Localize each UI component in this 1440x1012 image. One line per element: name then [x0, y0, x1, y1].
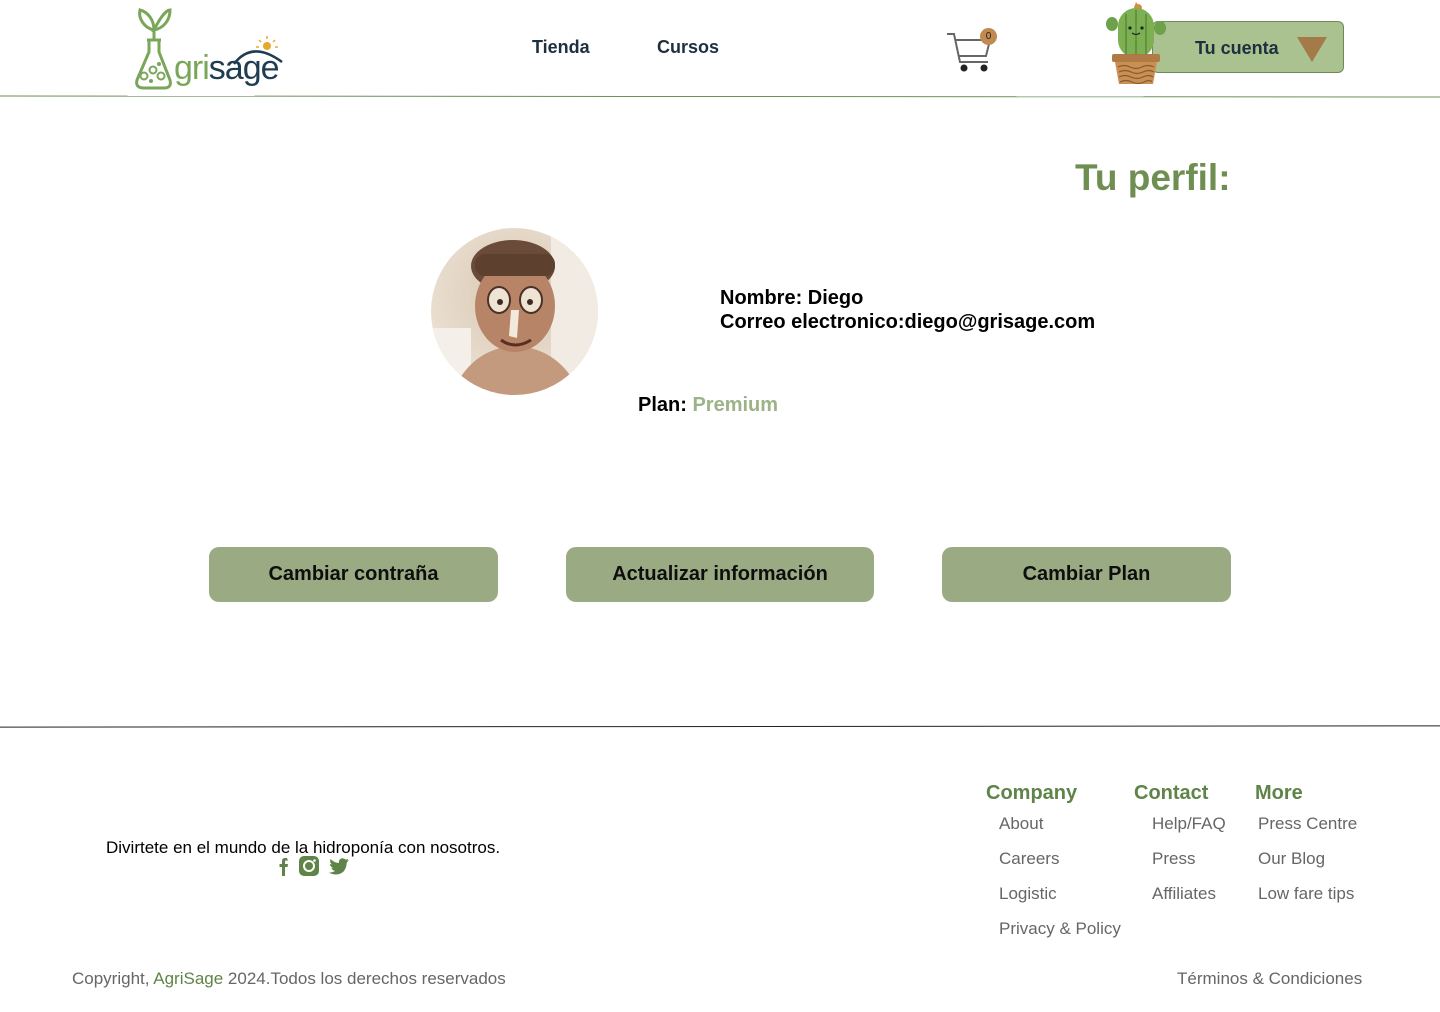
change-password-button[interactable]: Cambiar contraña [209, 547, 498, 602]
footer-link-careers[interactable]: Careers [999, 849, 1059, 869]
profile-plan: Plan: Premium [638, 393, 778, 417]
footer-link-press[interactable]: Press [1152, 849, 1195, 869]
account-label: Tu cuenta [1195, 38, 1279, 58]
avatar [431, 228, 598, 395]
footer-link-blog[interactable]: Our Blog [1258, 849, 1325, 869]
change-plan-button[interactable]: Cambiar Plan [942, 547, 1231, 602]
nav-cursos[interactable]: Cursos [657, 36, 719, 58]
page-title: Tu perfil: [1075, 157, 1231, 198]
footer-link-about[interactable]: About [999, 814, 1043, 834]
account-menu-button[interactable]: Tu cuenta [1152, 21, 1344, 73]
footer-heading-company: Company [986, 782, 1078, 804]
footer-heading-more: More [1255, 782, 1303, 804]
copyright-brand: AgriSage [153, 969, 224, 988]
cart-count-badge: 0 [980, 28, 997, 45]
footer-divider [0, 725, 1440, 728]
site-header: grisage Tienda Cursos 0 Tu cuenta [0, 0, 1440, 98]
plan-value: Premium [692, 394, 779, 416]
instagram-icon[interactable] [298, 855, 320, 877]
footer-link-logistic[interactable]: Logistic [999, 884, 1057, 904]
footer-link-affiliates[interactable]: Affiliates [1152, 884, 1216, 904]
update-info-button[interactable]: Actualizar información [566, 547, 874, 602]
footer-link-fare-tips[interactable]: Low fare tips [1258, 884, 1354, 904]
cactus-mascot-icon [1104, 0, 1168, 86]
facebook-icon[interactable] [274, 855, 296, 877]
copyright-text: Copyright, AgriSage 2024.Todos los derec… [72, 969, 506, 988]
caret-down-icon [1297, 37, 1327, 62]
profile-email: Correo electronico:diego@grisage.com [720, 311, 1096, 333]
plan-label: Plan: [638, 394, 693, 416]
agrisage-logo[interactable]: grisage [134, 6, 286, 94]
profile-name: Nombre: Diego [720, 287, 864, 309]
terms-link[interactable]: Términos & Condiciones [1177, 969, 1362, 989]
footer-link-press-centre[interactable]: Press Centre [1258, 814, 1357, 834]
cart-button[interactable]: 0 [944, 26, 1000, 76]
twitter-icon[interactable] [328, 855, 350, 877]
footer-heading-contact: Contact [1134, 782, 1209, 804]
header-divider [0, 95, 1440, 98]
footer-link-privacy[interactable]: Privacy & Policy [999, 919, 1121, 939]
logo-wordmark: grisage [174, 49, 280, 87]
nav-tienda[interactable]: Tienda [532, 36, 590, 58]
footer-link-help[interactable]: Help/FAQ [1152, 814, 1226, 834]
